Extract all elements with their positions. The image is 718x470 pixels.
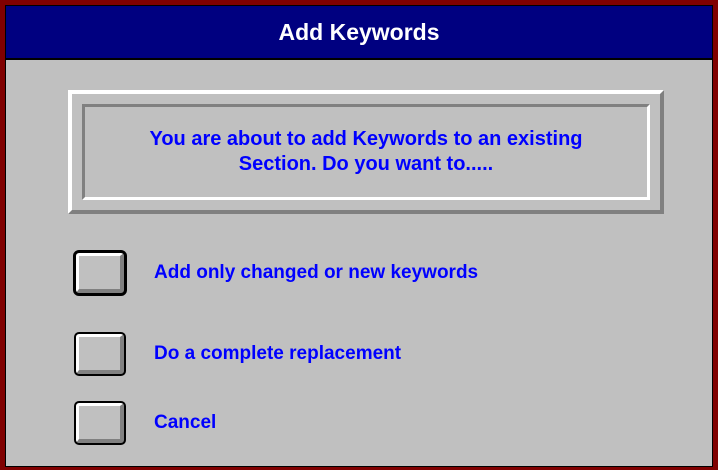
message-panel-inset: You are about to add Keywords to an exis… xyxy=(82,104,650,200)
dialog-title: Add Keywords xyxy=(278,18,440,45)
add-changed-keywords-label[interactable]: Add only changed or new keywords xyxy=(154,262,478,284)
complete-replacement-button[interactable] xyxy=(74,332,126,376)
option-complete-replacement: Do a complete replacement xyxy=(74,332,401,376)
add-changed-keywords-button[interactable] xyxy=(73,250,127,296)
dialog-window: Add Keywords You are about to add Keywor… xyxy=(0,0,718,470)
cancel-button[interactable] xyxy=(74,401,126,445)
message-text: You are about to add Keywords to an exis… xyxy=(149,128,583,175)
option-cancel: Cancel xyxy=(74,401,216,445)
option-add-changed: Add only changed or new keywords xyxy=(73,250,478,296)
message-panel: You are about to add Keywords to an exis… xyxy=(68,90,664,214)
title-bar[interactable]: Add Keywords xyxy=(6,6,712,58)
complete-replacement-label[interactable]: Do a complete replacement xyxy=(154,343,401,365)
dialog-body: You are about to add Keywords to an exis… xyxy=(6,60,712,466)
cancel-label[interactable]: Cancel xyxy=(154,412,216,434)
